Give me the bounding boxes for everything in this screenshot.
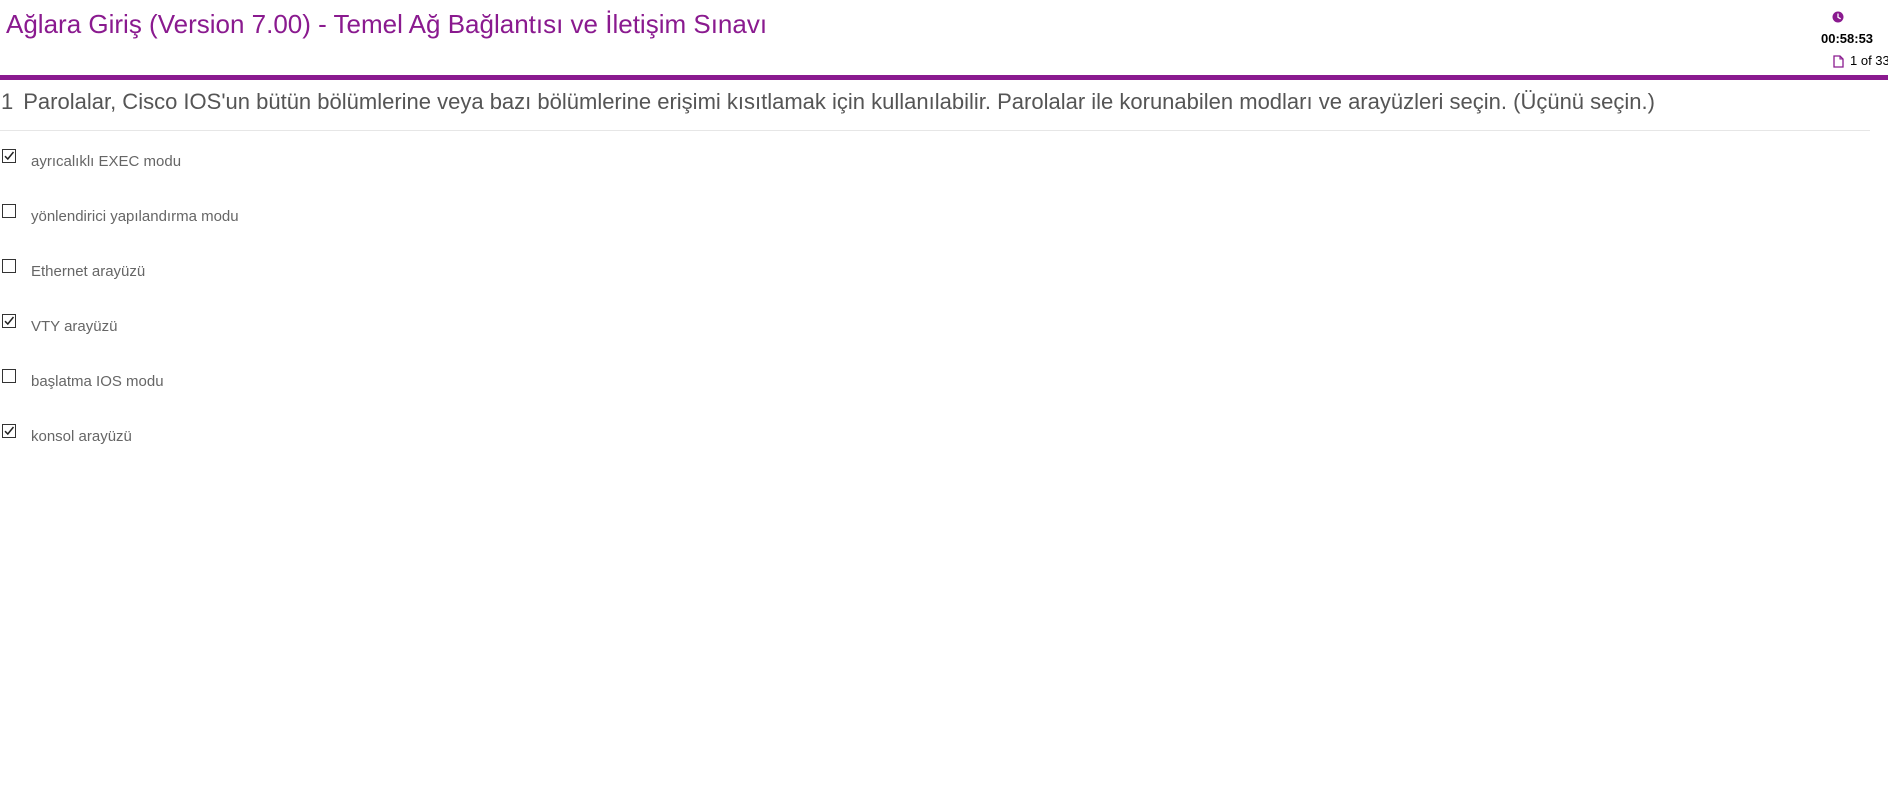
exam-header: Ağlara Giriş (Version 7.00) - Temel Ağ B…: [0, 0, 1888, 80]
checkbox[interactable]: [2, 424, 16, 438]
page-icon: [1833, 55, 1844, 68]
option-label: konsol arayüzü: [31, 428, 132, 445]
exam-title: Ağlara Giriş (Version 7.00) - Temel Ağ B…: [6, 9, 768, 39]
page-counter: 1 of 33: [1850, 53, 1888, 68]
checkbox[interactable]: [2, 369, 16, 383]
answer-option[interactable]: VTY arayüzü: [0, 296, 1870, 351]
question-text: 1 Parolalar, Cisco IOS'un bütün bölümleri…: [1, 88, 1870, 116]
checkbox[interactable]: [2, 204, 16, 218]
question-block: 1 Parolalar, Cisco IOS'un bütün bölümleri…: [0, 80, 1870, 461]
exam-status-panel: 00:58:53 1 of 33: [1820, 8, 1888, 72]
answer-option[interactable]: ayrıcalıklı EXEC modu: [0, 131, 1870, 186]
answer-options: ayrıcalıklı EXEC modu yönlendirici yapıl…: [0, 131, 1870, 461]
answer-option[interactable]: Ethernet arayüzü: [0, 241, 1870, 296]
answer-option[interactable]: başlatma IOS modu: [0, 351, 1870, 406]
checkbox[interactable]: [2, 259, 16, 273]
checkbox[interactable]: [2, 314, 16, 328]
checkbox[interactable]: [2, 149, 16, 163]
option-label: ayrıcalıklı EXEC modu: [31, 153, 182, 170]
option-label: VTY arayüzü: [31, 318, 118, 335]
timer-value: 00:58:53: [1821, 31, 1874, 46]
question-number: 1: [1, 89, 14, 114]
option-label: Ethernet arayüzü: [31, 263, 146, 280]
question-prompt: Parolalar, Cisco IOS'un bütün bölümlerin…: [23, 89, 1655, 114]
answer-option[interactable]: yönlendirici yapılandırma modu: [0, 186, 1870, 241]
answer-option[interactable]: konsol arayüzü: [0, 406, 1870, 461]
option-label: yönlendirici yapılandırma modu: [31, 208, 239, 225]
option-label: başlatma IOS modu: [31, 373, 164, 390]
clock-icon: [1832, 11, 1844, 23]
